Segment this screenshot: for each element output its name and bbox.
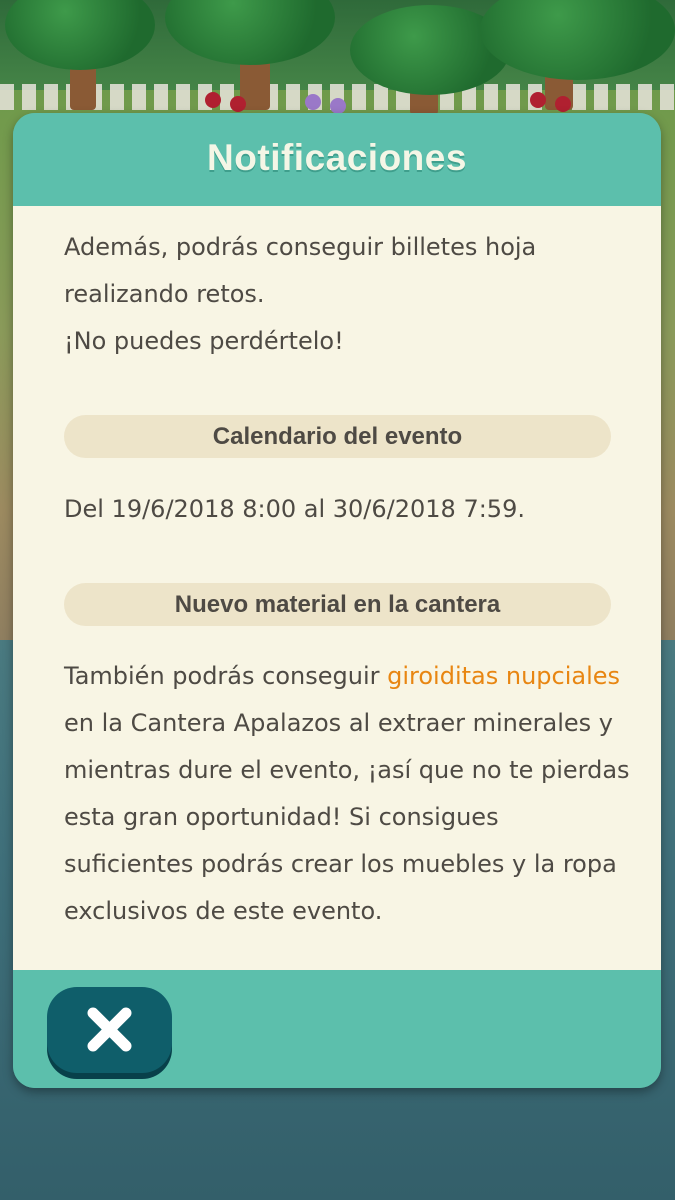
quarry-line: También podrás conseguir giroiditas nupc… — [64, 653, 624, 700]
close-button[interactable] — [47, 987, 172, 1073]
quarry-line: en la Cantera Apalazos al extraer minera… — [64, 709, 613, 737]
quarry-line: esta gran oportunidad! Si consigues — [64, 803, 499, 831]
dialog-title: Notificaciones — [207, 137, 467, 178]
intro-paragraph: Además, podrás conseguir billetes hoja r… — [64, 224, 624, 365]
flower — [230, 96, 246, 112]
dialog-header: Notificaciones — [13, 113, 661, 206]
flower — [205, 92, 221, 108]
dialog-body: Además, podrás conseguir billetes hoja r… — [13, 206, 661, 970]
section-heading-quarry: Nuevo material en la cantera — [64, 583, 611, 626]
quarry-line: exclusivos de este evento. — [64, 897, 383, 925]
flower — [330, 98, 346, 114]
quarry-line-prefix: También podrás conseguir — [64, 662, 388, 690]
flower — [530, 92, 546, 108]
quarry-line: suficientes podrás crear los muebles y l… — [64, 850, 617, 878]
intro-line: realizando retos. — [64, 280, 265, 308]
calendar-dates: Del 19/6/2018 8:00 al 30/6/2018 7:59. — [64, 495, 525, 523]
flower — [305, 94, 321, 110]
quarry-line: mientras dure el evento, ¡así que no te … — [64, 756, 630, 784]
flower — [555, 96, 571, 112]
highlight-item-name: giroiditas nupciales — [387, 662, 621, 690]
quarry-paragraph: También podrás conseguir giroiditas nupc… — [64, 653, 630, 935]
calendar-paragraph: Del 19/6/2018 8:00 al 30/6/2018 7:59. — [64, 486, 624, 533]
dialog-footer — [13, 970, 661, 1088]
notifications-dialog: Notificaciones Además, podrás conseguir … — [13, 113, 661, 1088]
close-x-icon — [87, 1007, 132, 1052]
intro-line: ¡No puedes perdértelo! — [64, 327, 344, 355]
intro-line: Además, podrás conseguir billetes hoja — [64, 233, 537, 261]
section-heading-calendar: Calendario del evento — [64, 415, 611, 458]
